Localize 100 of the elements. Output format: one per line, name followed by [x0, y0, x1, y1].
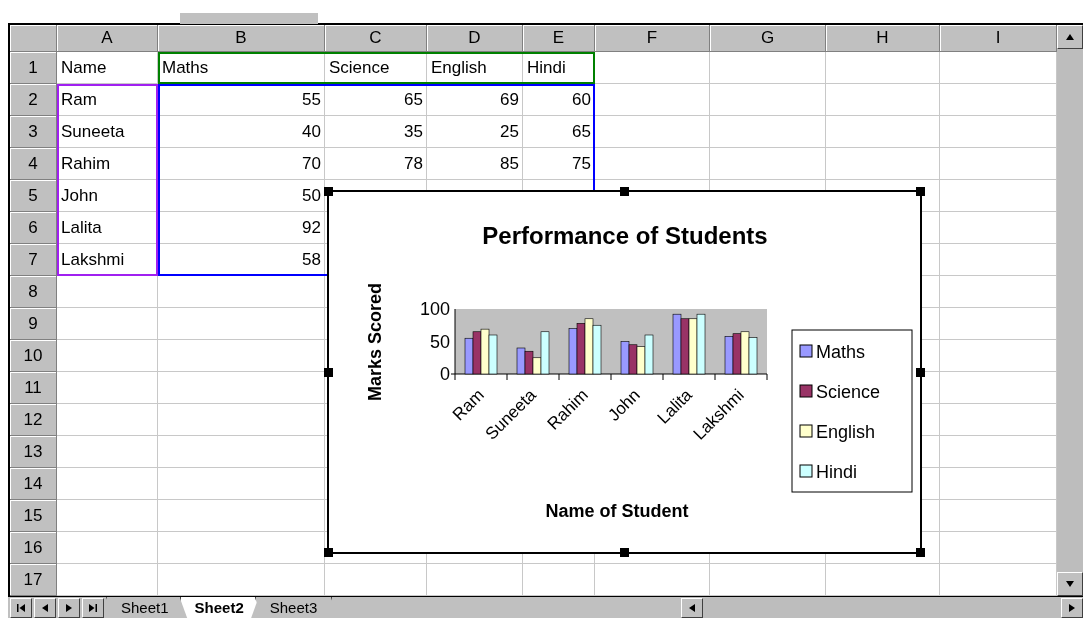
axis-title: Marks Scored — [365, 282, 385, 402]
row-header[interactable]: 15 — [10, 500, 57, 532]
resize-handle[interactable] — [916, 548, 925, 557]
bar — [724, 336, 734, 375]
row-header[interactable]: 6 — [10, 212, 57, 244]
vertical-scrollbar[interactable] — [1057, 25, 1083, 596]
cell-text: Lalita — [61, 218, 102, 238]
bar — [568, 328, 578, 375]
right-arrow-icon — [1067, 604, 1077, 612]
column-header[interactable]: B — [158, 25, 325, 52]
column-header[interactable]: F — [595, 25, 710, 52]
column-header[interactable]: G — [710, 25, 826, 52]
row-header[interactable]: 11 — [10, 372, 57, 404]
legend-label: Maths — [816, 342, 866, 362]
cell-text: Rahim — [61, 154, 111, 174]
resize-handle[interactable] — [916, 368, 925, 377]
row-header[interactable]: 17 — [10, 564, 57, 596]
axis-title: Name of Student — [545, 501, 689, 521]
resize-handle[interactable] — [916, 187, 925, 196]
resize-handle[interactable] — [620, 548, 629, 557]
row-header[interactable]: 1 — [10, 52, 57, 84]
cell-text: 40 — [302, 122, 321, 142]
cell-text: Lakshmi — [61, 250, 125, 270]
bar — [636, 346, 646, 375]
column-header[interactable]: H — [826, 25, 940, 52]
cell-text: Maths — [162, 58, 209, 78]
row-header[interactable]: 16 — [10, 532, 57, 564]
resize-handle[interactable] — [324, 187, 333, 196]
left-arrow-icon — [40, 604, 50, 612]
horizontal-scrollbar[interactable] — [681, 597, 1083, 618]
column-header[interactable]: A — [57, 25, 158, 52]
bar — [644, 334, 654, 375]
cell-text: 65 — [404, 90, 423, 110]
scroll-left-button[interactable] — [681, 598, 703, 618]
cell-text: Name — [61, 58, 107, 78]
next-sheet-button[interactable] — [58, 598, 80, 618]
cell-text: 85 — [500, 154, 519, 174]
bar — [680, 318, 690, 375]
cell-text: 78 — [404, 154, 423, 174]
row-header[interactable]: 9 — [10, 308, 57, 340]
row-header[interactable]: 12 — [10, 404, 57, 436]
cell-text: 92 — [302, 218, 321, 238]
resize-handle[interactable] — [620, 187, 629, 196]
cell-text: 70 — [302, 154, 321, 174]
column-header[interactable]: E — [523, 25, 595, 52]
row-header[interactable]: 5 — [10, 180, 57, 212]
tick-label: 100 — [419, 299, 450, 319]
cell-text: Ram — [61, 90, 97, 110]
scroll-down-button[interactable] — [1057, 572, 1083, 596]
bar — [628, 344, 638, 375]
cell-text: 65 — [572, 122, 591, 142]
bar — [584, 318, 594, 375]
bar — [620, 341, 630, 375]
bar — [732, 333, 742, 375]
row-header[interactable]: 10 — [10, 340, 57, 372]
sheet-tab[interactable]: Sheet2 — [179, 597, 259, 618]
tick-label: 0 — [440, 364, 450, 384]
row-header[interactable]: 14 — [10, 468, 57, 500]
cell-text: 55 — [302, 90, 321, 110]
row-header[interactable]: 2 — [10, 84, 57, 116]
up-arrow-icon — [1065, 33, 1075, 41]
cell-text: 69 — [500, 90, 519, 110]
column-header[interactable]: D — [427, 25, 523, 52]
bar — [672, 313, 682, 375]
bar — [524, 350, 534, 375]
cell-text: Science — [329, 58, 390, 78]
legend-label: Science — [816, 382, 881, 402]
column-header[interactable]: C — [325, 25, 427, 52]
down-arrow-icon — [1065, 580, 1075, 588]
select-all-corner[interactable] — [10, 25, 57, 52]
resize-handle[interactable] — [324, 368, 333, 377]
cell-text: John — [61, 186, 98, 206]
last-arrow-icon — [88, 604, 98, 612]
scroll-right-button[interactable] — [1061, 598, 1083, 618]
cell-text: 50 — [302, 186, 321, 206]
left-arrow-icon — [687, 604, 697, 612]
bar — [464, 337, 474, 375]
first-sheet-button[interactable] — [10, 598, 32, 618]
row-header[interactable]: 13 — [10, 436, 57, 468]
right-arrow-icon — [64, 604, 74, 612]
bar — [740, 331, 750, 375]
bar — [748, 337, 758, 375]
row-header[interactable]: 4 — [10, 148, 57, 180]
resize-handle[interactable] — [324, 548, 333, 557]
cell-text: 25 — [500, 122, 519, 142]
bar — [688, 318, 698, 375]
cell-text: English — [431, 58, 487, 78]
column-header[interactable]: I — [940, 25, 1057, 52]
row-header[interactable]: 7 — [10, 244, 57, 276]
cell-text: 35 — [404, 122, 423, 142]
bar — [592, 324, 602, 375]
cell-text: 75 — [572, 154, 591, 174]
tick-label: 50 — [429, 331, 450, 352]
scroll-up-button[interactable] — [1057, 25, 1083, 49]
previous-sheet-button[interactable] — [34, 598, 56, 618]
cell-text: 60 — [572, 90, 591, 110]
last-sheet-button[interactable] — [82, 598, 104, 618]
row-header[interactable]: 3 — [10, 116, 57, 148]
cell-text: 58 — [302, 250, 321, 270]
row-header[interactable]: 8 — [10, 276, 57, 308]
